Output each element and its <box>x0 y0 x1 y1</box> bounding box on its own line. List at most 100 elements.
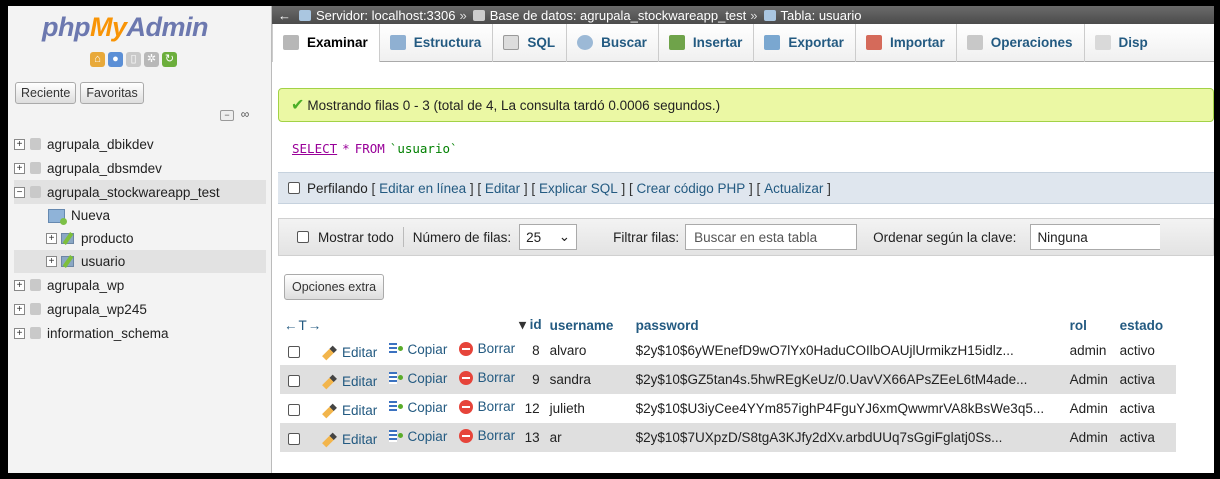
delete-button[interactable]: Borrar <box>458 370 515 385</box>
reload-icon[interactable]: ↻ <box>162 52 177 67</box>
delete-button[interactable]: Borrar <box>458 428 515 443</box>
row-actions: Editar Copiar Borrar <box>280 394 520 423</box>
edit-button[interactable]: Editar <box>322 374 377 389</box>
tree-db-agrupala-dbsmdev[interactable]: + agrupala_dbsmdev <box>14 156 266 180</box>
tab-structure[interactable]: Estructura <box>380 23 494 62</box>
tree-db-agrupala-stockwareapp-test[interactable]: − agrupala_stockwareapp_test <box>14 180 266 204</box>
chevron-down-icon: ⌄ <box>558 229 571 244</box>
cell-id[interactable]: 12 <box>519 394 546 423</box>
tab-import[interactable]: Importar <box>856 23 957 62</box>
column-header-username[interactable]: username <box>545 314 632 336</box>
tree-db-information-schema[interactable]: + information_schema <box>14 321 266 345</box>
breadcrumb-table[interactable]: Tabla: usuario <box>781 8 862 23</box>
cell-username[interactable]: alvaro <box>545 336 632 365</box>
edit-link[interactable]: Editar <box>485 181 520 196</box>
sql-icon <box>503 35 520 50</box>
back-arrow-icon[interactable]: ← <box>278 8 291 23</box>
edit-button[interactable]: Editar <box>322 345 377 360</box>
explain-sql-link[interactable]: Explicar SQL <box>539 181 618 196</box>
row-checkbox[interactable] <box>288 432 300 445</box>
breadcrumb-database[interactable]: Base de datos: agrupala_stockwareapp_tes… <box>490 8 747 23</box>
cell-rol[interactable]: Admin <box>1065 423 1116 452</box>
tree-table-usuario[interactable]: + usuario <box>14 250 266 273</box>
expand-icon[interactable]: + <box>14 327 25 339</box>
home-icon[interactable]: ⌂ <box>90 52 105 67</box>
expand-icon[interactable]: + <box>46 233 57 244</box>
expand-icon[interactable]: + <box>14 279 25 291</box>
column-header-password[interactable]: password <box>631 314 1066 336</box>
cell-username[interactable]: ar <box>545 423 632 452</box>
cell-estado[interactable]: activa <box>1115 394 1176 423</box>
edit-button[interactable]: Editar <box>322 432 377 447</box>
cell-password[interactable]: $2y$10$6yWEnefD9wO7lYx0HaduCOIlbOAUjlUrm… <box>631 336 1066 365</box>
delete-button[interactable]: Borrar <box>458 399 515 414</box>
tab-operations[interactable]: Operaciones <box>957 23 1085 62</box>
column-header-estado[interactable]: estado <box>1115 314 1176 336</box>
cell-rol[interactable]: Admin <box>1065 394 1116 423</box>
breadcrumb-server[interactable]: Servidor: localhost:3306 <box>316 8 455 23</box>
tab-sql[interactable]: SQL <box>493 23 568 62</box>
expand-icon[interactable]: + <box>46 256 57 267</box>
tab-insert[interactable]: Insertar <box>659 23 755 62</box>
cell-id[interactable]: 13 <box>519 423 546 452</box>
copy-button[interactable]: Copiar <box>388 342 447 357</box>
phpmyadmin-logo[interactable]: phpMyAdmin <box>42 12 208 43</box>
cell-password[interactable]: $2y$10$U3iyCee4YYm857ighP4FguYJ6xmQwwmrV… <box>631 394 1066 423</box>
extra-options-button[interactable]: Opciones extra <box>284 274 385 300</box>
logout-icon[interactable]: ● <box>108 52 123 67</box>
tree-item-new-table[interactable]: Nueva <box>14 204 266 227</box>
tab-recent[interactable]: Reciente <box>15 82 77 104</box>
expand-icon[interactable]: + <box>14 162 25 174</box>
cell-password[interactable]: $2y$10$7UXpzD/S8tgA3KJfy2dXv.arbdUUq7sGg… <box>631 423 1066 452</box>
expand-icon[interactable]: + <box>14 138 25 150</box>
row-checkbox[interactable] <box>288 374 300 387</box>
database-icon <box>30 327 41 339</box>
link-icon[interactable]: ∞ <box>238 108 252 121</box>
column-arrows[interactable]: ←T→ <box>280 314 520 336</box>
tab-search[interactable]: Buscar <box>567 23 659 62</box>
tree-db-agrupala-wp[interactable]: + agrupala_wp <box>14 273 266 297</box>
cell-username[interactable]: julieth <box>545 394 632 423</box>
sort-by-key-select[interactable]: Ninguna <box>1030 224 1161 250</box>
cell-estado[interactable]: activa <box>1115 365 1176 394</box>
tree-db-agrupala-dbikdev[interactable]: + agrupala_dbikdev <box>14 132 266 156</box>
show-all-checkbox[interactable] <box>297 231 309 243</box>
copy-button[interactable]: Copiar <box>388 371 447 386</box>
tree-db-agrupala-wp245[interactable]: + agrupala_wp245 <box>14 297 266 321</box>
cell-estado[interactable]: activo <box>1115 336 1176 365</box>
show-all-label[interactable]: Mostrar todo <box>318 230 394 245</box>
inline-edit-link[interactable]: Editar en línea <box>379 181 466 196</box>
row-checkbox[interactable] <box>288 345 300 358</box>
column-header-id[interactable]: ▾ id <box>519 314 546 336</box>
row-checkbox[interactable] <box>288 403 300 416</box>
cell-id[interactable]: 9 <box>519 365 546 394</box>
tab-browse[interactable]: Examinar <box>272 23 380 62</box>
collapse-icon[interactable]: − <box>14 186 25 198</box>
sql-keyword-select[interactable]: SELECT <box>292 141 337 156</box>
tab-export[interactable]: Exportar <box>754 23 856 62</box>
cell-username[interactable]: sandra <box>545 365 632 394</box>
filter-rows-input[interactable]: Buscar en esta tabla <box>685 224 858 250</box>
results-table: ←T→ ▾ id username password rol estado Ed… <box>280 314 1176 452</box>
copy-button[interactable]: Copiar <box>388 429 447 444</box>
cell-rol[interactable]: admin <box>1065 336 1116 365</box>
tree-table-producto[interactable]: + producto <box>14 227 266 250</box>
docs-icon[interactable]: ▯ <box>126 52 141 67</box>
edit-button[interactable]: Editar <box>322 403 377 418</box>
delete-button[interactable]: Borrar <box>458 341 515 356</box>
column-header-rol[interactable]: rol <box>1065 314 1116 336</box>
cell-id[interactable]: 8 <box>519 336 546 365</box>
tab-favorites[interactable]: Favoritas <box>80 82 144 104</box>
settings-gear-icon[interactable]: ✲ <box>144 52 159 67</box>
refresh-link[interactable]: Actualizar <box>764 181 823 196</box>
cell-estado[interactable]: activa <box>1115 423 1176 452</box>
copy-button[interactable]: Copiar <box>388 400 447 415</box>
cell-password[interactable]: $2y$10$GZ5tan4s.5hwREgKeUz/0.UavVX66APsZ… <box>631 365 1066 394</box>
profiling-checkbox[interactable] <box>288 182 300 194</box>
rows-per-page-select[interactable]: 25 ⌄ <box>519 224 578 250</box>
cell-rol[interactable]: Admin <box>1065 365 1116 394</box>
collapse-all-icon[interactable]: − <box>220 110 234 121</box>
expand-icon[interactable]: + <box>14 303 25 315</box>
tab-triggers[interactable]: Disp <box>1085 24 1159 62</box>
create-php-code-link[interactable]: Crear código PHP <box>636 181 745 196</box>
